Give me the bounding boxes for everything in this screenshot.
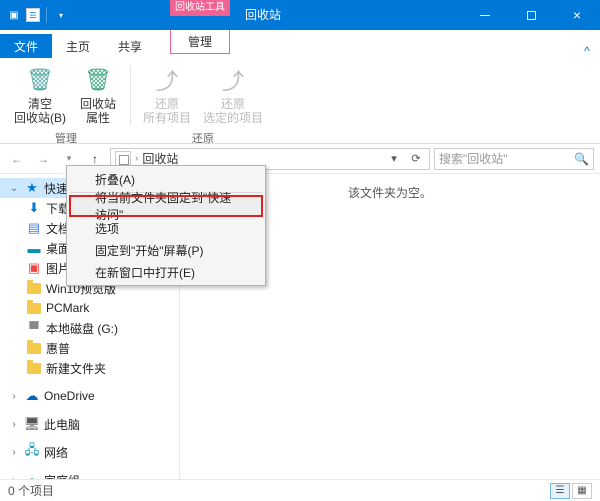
tree-label: 本地磁盘 (G:) bbox=[46, 320, 118, 337]
tab-share[interactable]: 共享 bbox=[104, 34, 156, 58]
ribbon-group-restore: ⤴ 还原所有项目 ⤴ 还原选定的项目 还原 bbox=[135, 62, 271, 143]
search-icon[interactable]: 🔍 bbox=[574, 152, 589, 166]
tree-label: 此电脑 bbox=[44, 416, 80, 433]
tab-manage[interactable]: 管理 bbox=[170, 30, 230, 54]
tree-label: OneDrive bbox=[44, 389, 95, 403]
context-menu: 折叠(A) 将当前文件夹固定到"快速访问" 选项 固定到"开始"屏幕(P) 在新… bbox=[66, 165, 266, 286]
empty-recycle-bin-button[interactable]: 🗑 清空回收站(B) bbox=[10, 62, 70, 128]
homegroup-icon: ⌂ bbox=[24, 472, 40, 479]
tab-home[interactable]: 主页 bbox=[52, 34, 104, 58]
search-box[interactable]: 搜索"回收站" 🔍 bbox=[434, 148, 594, 170]
ribbon-group-label-restore: 还原 bbox=[192, 128, 214, 148]
status-bar: 0 个项目 ☰ ▦ bbox=[0, 479, 600, 501]
expand-icon[interactable]: › bbox=[8, 419, 20, 430]
view-details-button[interactable]: ☰ bbox=[550, 483, 570, 499]
empty-recycle-bin-icon: 🗑 bbox=[24, 64, 56, 96]
restore-selected-icon: ⤴ bbox=[217, 64, 249, 96]
desktop-icon: ▬ bbox=[26, 240, 42, 256]
tree-network[interactable]: › 🖧 网络 bbox=[0, 442, 179, 462]
tree-label: PCMark bbox=[46, 301, 89, 315]
document-icon: ▤ bbox=[26, 220, 42, 236]
search-placeholder: 搜索"回收站" bbox=[439, 150, 570, 167]
onedrive-icon: ☁ bbox=[24, 388, 40, 404]
status-item-count: 0 个项目 bbox=[8, 482, 54, 499]
tree-label: 家庭组 bbox=[44, 472, 80, 480]
network-icon: 🖧 bbox=[24, 444, 40, 460]
tree-item-drive[interactable]: ▀ 本地磁盘 (G:) bbox=[0, 318, 179, 338]
window-controls: × bbox=[462, 0, 600, 30]
window-title: 回收站 bbox=[245, 6, 281, 23]
view-large-icons-button[interactable]: ▦ bbox=[572, 483, 592, 499]
close-button[interactable]: × bbox=[554, 0, 600, 30]
tree-item-folder[interactable]: 新建文件夹 bbox=[0, 358, 179, 378]
expand-icon[interactable]: › bbox=[8, 447, 20, 458]
expand-icon[interactable]: › bbox=[8, 391, 20, 402]
ribbon-separator bbox=[130, 66, 131, 125]
refresh-icon[interactable]: ⟳ bbox=[407, 152, 425, 165]
title-bar: ▣ ☰ ▾ 回收站工具 回收站 × bbox=[0, 0, 600, 30]
folder-icon bbox=[26, 300, 42, 316]
folder-icon bbox=[26, 360, 42, 376]
qat-separator bbox=[46, 7, 47, 23]
restore-all-button: ⤴ 还原所有项目 bbox=[139, 62, 195, 128]
contextual-tab-header: 回收站工具 bbox=[170, 0, 230, 16]
maximize-button[interactable] bbox=[508, 0, 554, 30]
quick-access-toolbar: ▣ ☰ ▾ bbox=[0, 7, 69, 23]
tree-item-folder[interactable]: PCMark bbox=[0, 298, 179, 318]
folder-icon bbox=[26, 280, 42, 296]
restore-all-icon: ⤴ bbox=[151, 64, 183, 96]
tree-label: 新建文件夹 bbox=[46, 360, 106, 377]
drive-icon: ▀ bbox=[26, 320, 42, 336]
tab-file[interactable]: 文件 bbox=[0, 34, 52, 58]
tree-onedrive[interactable]: › ☁ OneDrive bbox=[0, 386, 179, 406]
expand-icon[interactable]: › bbox=[8, 475, 20, 480]
tree-this-pc[interactable]: › 🖥 此电脑 bbox=[0, 414, 179, 434]
pc-icon: 🖥 bbox=[24, 416, 40, 432]
tree-label: 惠普 bbox=[46, 340, 70, 357]
download-icon: ⬇ bbox=[26, 200, 42, 216]
nav-back-button[interactable]: ← bbox=[6, 148, 28, 170]
ribbon-collapse-button[interactable]: ^ bbox=[574, 40, 600, 58]
tree-label: 网络 bbox=[44, 444, 68, 461]
menu-item-options[interactable]: 选项 bbox=[69, 217, 263, 239]
collapse-icon[interactable]: ⌄ bbox=[8, 183, 20, 194]
address-dropdown-icon[interactable]: ▾ bbox=[385, 152, 403, 165]
pictures-icon: ▣ bbox=[26, 260, 42, 276]
minimize-button[interactable] bbox=[462, 0, 508, 30]
ribbon-group-manage: 🗑 清空回收站(B) 🗑 回收站属性 管理 bbox=[6, 62, 126, 143]
nav-forward-button: → bbox=[32, 148, 54, 170]
folder-icon bbox=[26, 340, 42, 356]
menu-item-open-new-window[interactable]: 在新窗口中打开(E) bbox=[69, 261, 263, 283]
app-icon: ▣ bbox=[6, 7, 22, 23]
menu-item-pin-quick-access[interactable]: 将当前文件夹固定到"快速访问" bbox=[69, 195, 263, 217]
ribbon-group-label-manage: 管理 bbox=[55, 128, 77, 148]
ribbon-tab-row: 文件 主页 共享 查看 管理 ^ bbox=[0, 30, 600, 58]
star-icon: ★ bbox=[24, 180, 40, 196]
recycle-bin-properties-button[interactable]: 🗑 回收站属性 bbox=[74, 62, 122, 128]
menu-item-pin-start[interactable]: 固定到"开始"屏幕(P) bbox=[69, 239, 263, 261]
restore-selected-button: ⤴ 还原选定的项目 bbox=[199, 62, 267, 128]
chevron-right-icon[interactable]: › bbox=[135, 153, 138, 164]
tree-homegroup[interactable]: › ⌂ 家庭组 bbox=[0, 470, 179, 479]
properties-qat-icon[interactable]: ☰ bbox=[26, 8, 40, 22]
qat-dropdown-icon[interactable]: ▾ bbox=[53, 7, 69, 23]
recycle-bin-properties-icon: 🗑 bbox=[82, 64, 114, 96]
menu-item-collapse[interactable]: 折叠(A) bbox=[69, 168, 263, 190]
ribbon: 🗑 清空回收站(B) 🗑 回收站属性 管理 ⤴ 还原所有项目 ⤴ 还原选定的项目… bbox=[0, 58, 600, 144]
tree-item-folder[interactable]: 惠普 bbox=[0, 338, 179, 358]
